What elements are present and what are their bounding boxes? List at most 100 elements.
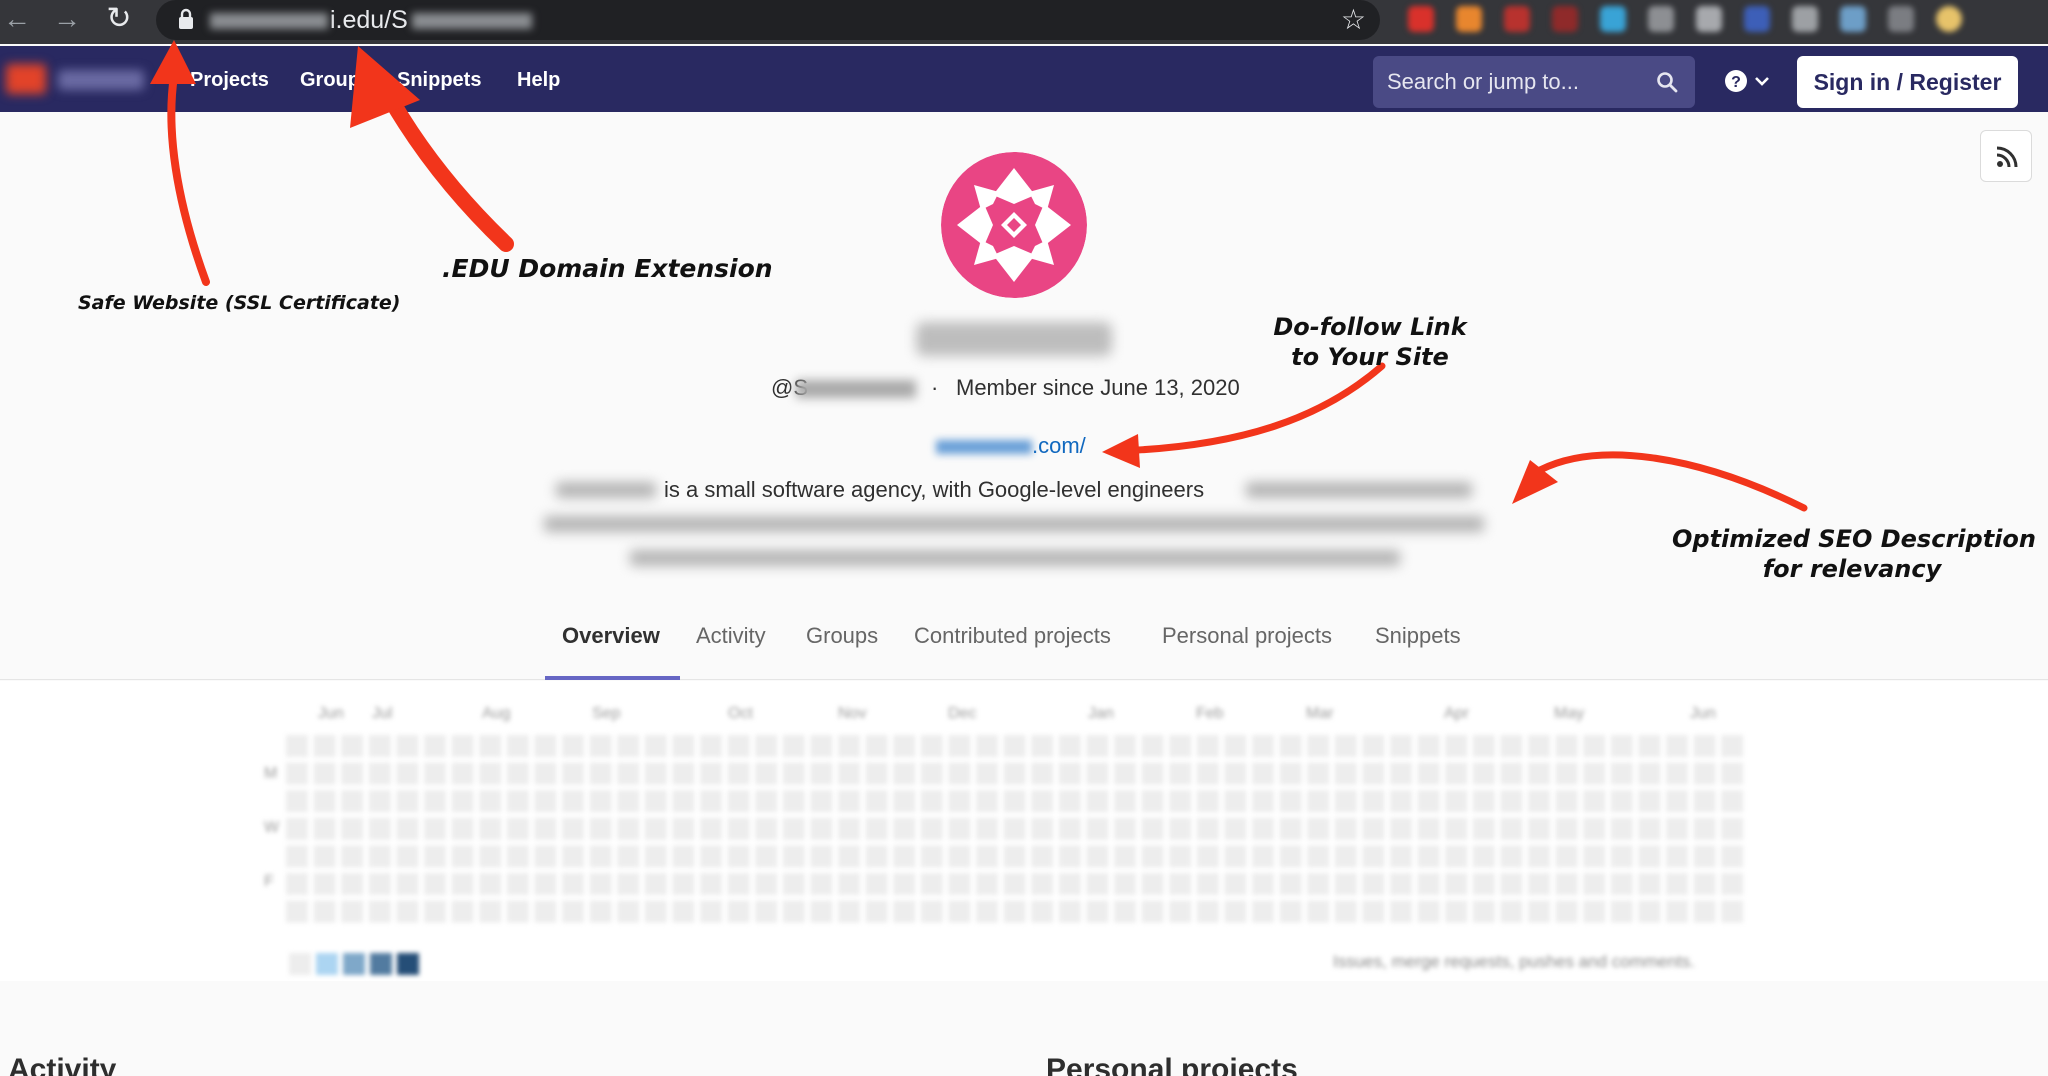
extension-icon[interactable] xyxy=(1552,6,1578,32)
legend-swatch xyxy=(316,953,338,975)
legend-swatch xyxy=(397,953,419,975)
contribution-cell xyxy=(534,817,557,840)
extension-icon[interactable] xyxy=(1648,6,1674,32)
extension-icon[interactable] xyxy=(1792,6,1818,32)
tab-groups[interactable]: Groups xyxy=(806,622,878,650)
extension-icon[interactable] xyxy=(1456,6,1482,32)
gitlab-logo-icon[interactable] xyxy=(6,64,46,94)
contribution-cell xyxy=(1252,845,1274,868)
contribution-cell xyxy=(1583,790,1606,813)
contribution-cell xyxy=(1555,790,1578,813)
contribution-cell xyxy=(451,845,474,868)
tab-contributed-projects[interactable]: Contributed projects xyxy=(914,622,1111,650)
contribution-cell xyxy=(644,873,667,895)
nav-projects[interactable]: Projects xyxy=(190,68,269,92)
contribution-cell xyxy=(672,762,695,785)
contribution-cell xyxy=(893,790,916,813)
forward-arrow-icon[interactable]: → xyxy=(50,2,84,36)
annotation-seo-line1: Optimized SEO Description xyxy=(1672,525,2036,553)
contribution-cell xyxy=(865,873,888,895)
active-tab-indicator xyxy=(545,676,680,680)
calendar-month-label: Nov xyxy=(838,705,867,722)
calendar-month-label: Dec xyxy=(948,705,977,722)
extension-icon[interactable] xyxy=(1840,6,1866,32)
contribution-cell xyxy=(920,762,943,785)
search-box[interactable] xyxy=(1373,56,1695,108)
search-icon[interactable] xyxy=(1655,70,1679,94)
tab-activity[interactable]: Activity xyxy=(696,622,766,650)
contribution-cell xyxy=(1500,790,1523,813)
personal-projects-section-title: Personal projects xyxy=(1046,1053,1298,1076)
extension-icon[interactable] xyxy=(1600,6,1626,32)
contribution-cell xyxy=(1528,873,1550,895)
contribution-cell xyxy=(424,900,446,923)
tab-overview[interactable]: Overview xyxy=(562,622,660,650)
contribution-cell xyxy=(368,845,391,868)
contribution-cell xyxy=(1528,900,1550,923)
contribution-cell xyxy=(1638,735,1661,757)
website-link[interactable]: .com/ xyxy=(936,432,1086,460)
bookmark-star-icon[interactable]: ☆ xyxy=(1341,4,1366,36)
browser-toolbar: ← → ↻ i.edu/S ☆ xyxy=(0,0,2048,44)
contribution-cell xyxy=(1003,817,1026,840)
contribution-cell xyxy=(451,873,474,895)
search-input[interactable] xyxy=(1387,68,1637,96)
tab-snippets[interactable]: Snippets xyxy=(1375,622,1461,650)
contribution-cell xyxy=(1472,845,1495,868)
contribution-cell xyxy=(1169,790,1192,813)
contribution-cell xyxy=(976,817,998,840)
contribution-cell xyxy=(1417,873,1440,895)
contribution-cell xyxy=(838,845,860,868)
contribution-cell xyxy=(1141,762,1164,785)
contribution-cell xyxy=(1362,900,1385,923)
nav-help[interactable]: Help xyxy=(517,68,560,92)
contribution-cell xyxy=(755,873,778,895)
contribution-cell xyxy=(1390,790,1412,813)
contribution-cell xyxy=(920,845,943,868)
contribution-cell xyxy=(341,762,364,785)
contribution-cell xyxy=(534,900,557,923)
back-arrow-icon[interactable]: ← xyxy=(0,2,34,36)
contribution-cell xyxy=(1528,735,1550,757)
extension-icon[interactable] xyxy=(1888,6,1914,32)
contribution-cell xyxy=(534,735,557,757)
contribution-cell xyxy=(644,817,667,840)
contribution-cell xyxy=(341,900,364,923)
contribution-cell xyxy=(286,762,308,785)
contribution-cell xyxy=(644,762,667,785)
contribution-cell xyxy=(1058,845,1081,868)
extension-icon[interactable] xyxy=(1408,6,1434,32)
help-dropdown-icon[interactable]: ? xyxy=(1722,66,1776,96)
nav-groups[interactable]: Groups xyxy=(300,68,371,92)
gitlab-wordmark[interactable] xyxy=(58,70,144,90)
contribution-cell xyxy=(782,817,805,840)
contribution-cell xyxy=(617,817,640,840)
contribution-cell xyxy=(1114,817,1136,840)
address-bar[interactable]: i.edu/S ☆ xyxy=(156,0,1380,40)
contribution-cell xyxy=(1666,873,1688,895)
contribution-cell xyxy=(1058,873,1081,895)
tab-personal-projects[interactable]: Personal projects xyxy=(1162,622,1332,650)
extension-icon[interactable] xyxy=(1696,6,1722,32)
nav-snippets[interactable]: Snippets xyxy=(397,68,481,92)
calendar-month-label: Sep xyxy=(592,705,621,722)
contribution-cell xyxy=(893,845,916,868)
contribution-cell xyxy=(424,873,446,895)
profile-avatar-icon[interactable] xyxy=(1936,6,1962,32)
contribution-cell xyxy=(341,845,364,868)
sign-in-register-button[interactable]: Sign in / Register xyxy=(1797,56,2018,108)
contribution-cell xyxy=(589,817,612,840)
extension-icon[interactable] xyxy=(1744,6,1770,32)
extension-icon[interactable] xyxy=(1504,6,1530,32)
contribution-cell xyxy=(1583,817,1606,840)
reload-icon[interactable]: ↻ xyxy=(102,2,136,36)
contribution-cell xyxy=(589,873,612,895)
calendar-month-label: Aug xyxy=(482,705,511,722)
bio-blurred-segment xyxy=(1246,482,1472,498)
calendar-month-label: Jun xyxy=(1690,705,1716,722)
contribution-cell xyxy=(1390,735,1412,757)
rss-feed-button[interactable] xyxy=(1980,130,2032,182)
contribution-cell xyxy=(1279,762,1302,785)
bio-visible-text: is a small software agency, with Google-… xyxy=(664,477,1205,502)
contribution-cell xyxy=(976,790,998,813)
